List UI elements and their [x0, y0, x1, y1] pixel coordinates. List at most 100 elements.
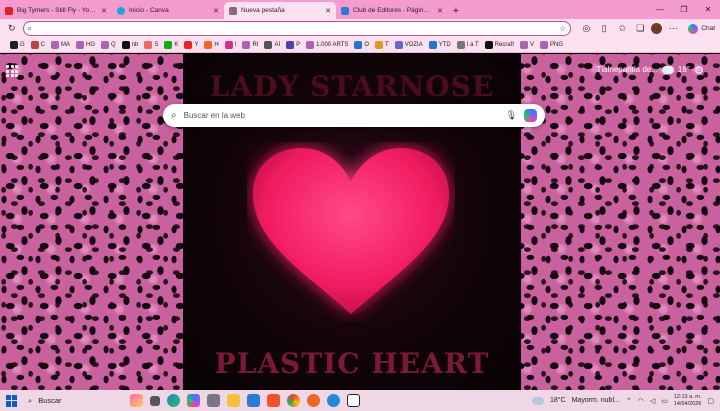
split-screen-icon[interactable]: ▯ — [597, 22, 611, 36]
bookmark-item[interactable]: MA — [51, 41, 70, 49]
bookmark-item[interactable]: I — [224, 41, 236, 49]
file-explorer-icon[interactable] — [227, 394, 240, 407]
volume-icon[interactable]: ◁ — [650, 397, 655, 405]
tab-club-editores[interactable]: Club de Editores - Páginas útiles ✕ — [336, 2, 448, 19]
bookmark-item[interactable]: 1.000 ARTS — [306, 41, 348, 49]
more-icon[interactable]: ⋯ — [666, 22, 680, 36]
tray-weather-temp[interactable]: 18°C — [550, 397, 566, 404]
bookmark-favicon-icon — [394, 41, 403, 49]
bookmark-item[interactable]: S — [144, 41, 158, 49]
bookmark-favicon-icon — [10, 41, 18, 49]
bookmark-item[interactable]: AI — [264, 41, 280, 49]
widget-icon[interactable] — [130, 394, 143, 407]
search-input[interactable] — [183, 111, 499, 120]
bookmark-item[interactable]: VOZIA — [394, 41, 423, 49]
bookmark-label: C — [40, 42, 46, 48]
bookmark-item[interactable]: T — [375, 41, 389, 49]
windows-start-icon[interactable] — [6, 394, 18, 407]
new-tab-button[interactable]: + — [448, 2, 464, 19]
bookmark-favicon-icon — [144, 41, 153, 49]
bookmark-label: VOZIA — [404, 42, 423, 48]
tab-new-tab[interactable]: Nueva pestaña ✕ — [224, 2, 336, 19]
bookmark-item[interactable]: H — [204, 41, 219, 49]
address-bar[interactable]: ⌕ ☆ — [22, 21, 572, 36]
bookmark-item[interactable]: HG — [76, 41, 95, 49]
weather-temp: 18° — [677, 65, 690, 74]
bookmark-label: HG — [86, 42, 96, 48]
search-icon: ⌕ — [28, 395, 33, 405]
bookmark-item[interactable]: Y — [184, 41, 198, 49]
battery-icon[interactable]: ▭ — [661, 397, 668, 405]
edge-icon[interactable] — [327, 394, 340, 407]
apps-grid-icon[interactable] — [6, 65, 18, 77]
clock[interactable]: 12:13 a. m. 14/04/2026 — [674, 394, 702, 408]
bookmark-favicon-icon — [184, 41, 193, 49]
bookmark-item[interactable]: V — [519, 41, 534, 49]
profile-avatar[interactable] — [651, 23, 663, 34]
collections-icon[interactable]: ❏ — [633, 22, 647, 36]
bookmark-item[interactable]: O — [354, 41, 369, 49]
app-icon[interactable] — [207, 394, 220, 407]
bookmark-item[interactable]: G — [10, 41, 25, 49]
bookmark-label: I a T — [466, 42, 479, 48]
bookmark-item[interactable]: nb — [121, 41, 138, 49]
bookmark-favicon-icon — [224, 41, 233, 49]
bookmark-favicon-icon — [519, 41, 528, 49]
tab-canva[interactable]: Inicio - Canva ✕ — [112, 2, 224, 19]
refresh-icon[interactable]: ↻ — [5, 22, 19, 36]
bookmark-item[interactable]: RI — [242, 41, 258, 49]
notion-icon[interactable] — [347, 394, 360, 407]
bookmark-item[interactable]: Q — [101, 41, 116, 49]
edge-app-icon[interactable] — [167, 394, 180, 407]
extension-icon[interactable]: ◎ — [579, 22, 593, 36]
close-icon[interactable]: ✕ — [101, 7, 107, 15]
chevron-up-icon[interactable]: ⌃ — [626, 397, 632, 405]
web-search-box[interactable]: ⌕ 🎙 — [163, 104, 545, 127]
tab-title: Big Tymers - Still Fly - YouTube — [17, 7, 97, 14]
bookmark-favicon-icon — [286, 41, 295, 49]
bookmark-label: S — [154, 42, 159, 48]
notifications-icon[interactable]: ▢ — [707, 397, 714, 405]
bookmark-label: H — [214, 42, 219, 48]
bookmark-favicon-icon — [375, 41, 384, 49]
bookmark-item[interactable]: C — [30, 41, 46, 49]
copilot-app-icon[interactable] — [187, 394, 200, 407]
favorite-star-icon[interactable]: ☆ — [559, 24, 566, 33]
taskbar-search[interactable]: ⌕ Buscar — [22, 394, 118, 408]
bookmark-favicon-icon — [354, 41, 363, 49]
store-icon[interactable] — [247, 394, 260, 407]
close-icon[interactable]: ✕ — [213, 7, 219, 15]
brave-icon[interactable] — [267, 394, 280, 407]
minimize-icon[interactable]: — — [648, 0, 672, 19]
tab-youtube[interactable]: Big Tymers - Still Fly - YouTube ✕ — [0, 2, 112, 19]
weather-widget[interactable]: Tlalnepantla de... 18° — [597, 65, 690, 74]
close-window-icon[interactable]: ✕ — [696, 0, 720, 19]
copilot-chat-button[interactable]: Chat — [688, 23, 715, 34]
favorites-icon[interactable]: ✩ — [615, 22, 629, 36]
gear-icon[interactable]: ⚙ — [694, 64, 704, 77]
task-view-icon[interactable] — [150, 395, 160, 406]
bookmark-label: P — [296, 42, 301, 48]
close-icon[interactable]: ✕ — [437, 7, 443, 15]
bookmark-item[interactable]: K — [164, 41, 178, 49]
bookmark-favicon-icon — [204, 41, 213, 49]
search-icon: ⌕ — [27, 23, 32, 33]
bookmark-item[interactable]: I a T — [456, 41, 479, 49]
firefox-icon[interactable] — [307, 394, 320, 407]
chrome-icon[interactable] — [287, 394, 300, 407]
microphone-icon[interactable]: 🎙 — [506, 110, 517, 121]
bookmark-label: O — [364, 42, 370, 48]
bookmark-item[interactable]: P — [286, 41, 300, 49]
tray-weather-desc[interactable]: Mayorm. nubl... — [572, 397, 620, 404]
new-tab-icon — [229, 6, 237, 15]
bookmark-label: Y — [194, 42, 199, 48]
restore-icon[interactable]: ❐ — [672, 0, 696, 19]
copilot-icon[interactable] — [524, 109, 537, 122]
album-title-top: LADY STARNOSE — [209, 70, 495, 103]
bookmark-item[interactable]: YTD — [428, 41, 451, 49]
club-editores-icon — [341, 6, 349, 15]
bookmark-item[interactable]: PNG — [540, 41, 563, 49]
wifi-icon[interactable]: ◠ — [638, 397, 644, 405]
bookmark-item[interactable]: Recraft — [484, 41, 514, 49]
close-icon[interactable]: ✕ — [325, 7, 331, 15]
